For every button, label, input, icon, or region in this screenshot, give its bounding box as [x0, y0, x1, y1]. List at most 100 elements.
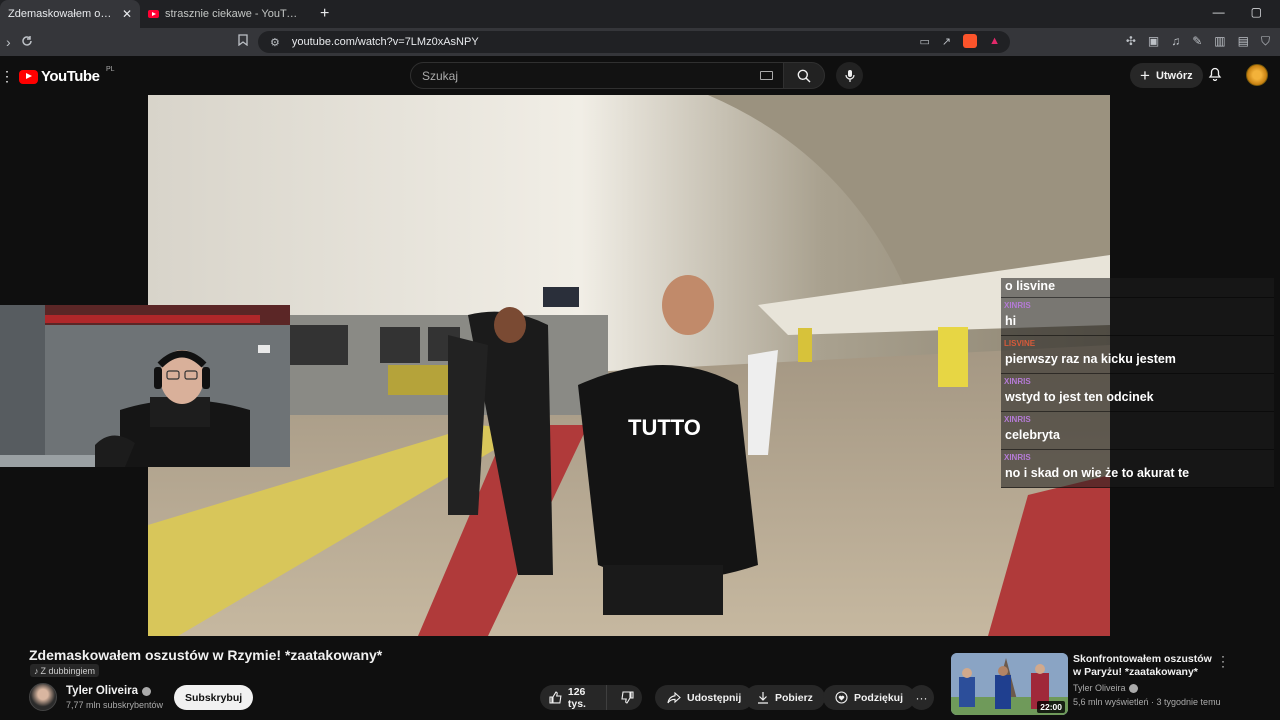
chat-username: XINRIS — [1004, 377, 1031, 386]
tab-title: Zdemaskowałem oszustów w — [8, 8, 116, 20]
youtube-header: ⋮ YouTube PL Szukaj + Utwórz — [0, 56, 1280, 94]
brave-rewards-icon[interactable]: ▲ — [989, 35, 1000, 47]
search-input[interactable]: Szukaj — [410, 62, 784, 89]
dislike-button[interactable] — [613, 691, 642, 704]
plus-icon: + — [1140, 65, 1150, 85]
new-tab-button[interactable]: + — [320, 5, 329, 23]
sidebar-icon[interactable]: ▥ — [1214, 34, 1225, 49]
chat-username: XINRIS — [1004, 453, 1031, 462]
address-bar[interactable]: ⚙ youtube.com/watch?v=7LMz0xAsNPY ▭ ↗ ▲ — [258, 31, 1010, 53]
recommended-channel-name: Tyler Oliveira — [1073, 683, 1126, 693]
chat-text: celebryta — [1005, 428, 1060, 442]
download-label: Pobierz — [775, 691, 813, 704]
channel-name: Tyler Oliveira — [66, 685, 139, 697]
tab-inactive[interactable]: strasznie ciekawe - YouTube — [140, 0, 310, 28]
thanks-button[interactable]: Podziękuj — [823, 685, 916, 710]
chat-text: pierwszy raz na kicku jestem — [1005, 352, 1176, 366]
chat-text: hi — [1005, 314, 1017, 328]
tab-title: strasznie ciekawe - YouTube — [165, 8, 302, 20]
maximize-button[interactable]: ▢ — [1251, 5, 1262, 19]
search-button[interactable] — [783, 62, 825, 89]
screenshot-icon[interactable]: ▣ — [1148, 34, 1159, 49]
wallet-icon[interactable]: ▤ — [1238, 34, 1249, 49]
recommended-meta: 5,6 mln wyświetleń · 3 tygodnie temu — [1073, 697, 1221, 707]
notifications-bell-icon[interactable] — [1208, 66, 1222, 86]
tab-close-icon[interactable]: ✕ — [122, 7, 132, 21]
like-button[interactable]: 126 tys. — [540, 685, 608, 710]
webcam-frame — [0, 305, 290, 467]
channel-avatar[interactable] — [29, 683, 57, 711]
chat-message: XINRIS wstyd to jest ten odcinek — [1001, 374, 1274, 412]
chat-username: XINRIS — [1004, 415, 1031, 424]
media-icon[interactable]: ♫ — [1171, 34, 1180, 49]
recommended-menu-icon[interactable]: · · · — [1220, 650, 1226, 672]
video-frame: TUTTO — [148, 95, 1110, 636]
keyboard-icon[interactable] — [760, 71, 773, 80]
tab-active[interactable]: Zdemaskowałem oszustów w ✕ — [0, 0, 140, 28]
chat-message: XINRIS hi — [1001, 298, 1274, 336]
voice-search-button[interactable] — [836, 62, 863, 89]
channel-name-link[interactable]: Tyler Oliveira — [66, 685, 152, 697]
share-page-icon[interactable]: ↗ — [942, 35, 951, 48]
chat-message: LISVINE pierwszy raz na kicku jestem — [1001, 336, 1274, 374]
search-icon — [797, 69, 811, 82]
download-button[interactable]: Pobierz — [745, 685, 825, 710]
chat-text: o lisvine — [1005, 279, 1056, 293]
search-placeholder: Szukaj — [422, 68, 459, 83]
microphone-icon — [844, 69, 855, 82]
bookmark-icon[interactable] — [238, 34, 248, 49]
forward-icon[interactable]: › — [6, 34, 11, 50]
minimize-button[interactable]: — — [1213, 5, 1225, 19]
recommended-channel[interactable]: Tyler Oliveira — [1073, 683, 1138, 693]
recommended-title[interactable]: Skonfrontowałem oszustów w Paryżu! *zaat… — [1073, 653, 1213, 679]
cast-icon[interactable]: ▭ — [919, 35, 929, 48]
window-controls: — ▢ — [1213, 5, 1262, 19]
share-button[interactable]: Udostępnij — [655, 685, 754, 710]
country-code: PL — [106, 66, 115, 73]
chat-text: no i skad on wie że to akurat te — [1005, 466, 1190, 480]
dubbing-icon: ♪ — [34, 665, 39, 676]
chat-message: XINRIS celebryta — [1001, 412, 1274, 450]
chat-text: wstyd to jest ten odcinek — [1005, 390, 1154, 404]
create-button[interactable]: + Utwórz — [1130, 63, 1203, 88]
create-label: Utwórz — [1155, 69, 1193, 82]
subscribe-button[interactable]: Subskrybuj — [174, 685, 254, 710]
youtube-favicon-icon — [148, 10, 159, 18]
omnibox-actions: ▭ ↗ ▲ — [919, 34, 1000, 48]
video-player[interactable]: TUTTO — [148, 95, 1110, 636]
webcam-overlay — [0, 305, 290, 467]
share-icon — [667, 691, 681, 703]
like-dislike-group: 126 tys. — [540, 685, 642, 710]
menu-icon[interactable]: ⋮ — [0, 68, 14, 85]
chat-overlay: o lisvine XINRIS hi LISVINE pierwszy raz… — [1001, 278, 1274, 488]
share-label: Udostępnij — [687, 691, 742, 704]
browser-tab-bar: Zdemaskowałem oszustów w ✕ strasznie cie… — [0, 0, 1280, 28]
video-title: Zdemaskowałem oszustów w Rzymie! *zaatak… — [29, 647, 383, 663]
brave-shields-icon[interactable] — [963, 34, 978, 48]
dubbing-label: Z dubbingiem — [40, 665, 96, 676]
logo-text: YouTube — [41, 68, 100, 85]
thumbs-up-icon — [549, 691, 562, 704]
verified-icon — [1128, 683, 1138, 693]
account-avatar[interactable] — [1246, 64, 1268, 86]
recommended-thumbnail[interactable]: 22:00 — [951, 653, 1068, 715]
dubbing-badge: ♪ Z dubbingiem — [30, 664, 100, 677]
vpn-shield-icon[interactable]: ⛉ — [1261, 34, 1270, 49]
like-count: 126 tys. — [567, 685, 586, 710]
reload-icon[interactable] — [21, 34, 33, 50]
youtube-logo[interactable]: YouTube PL — [19, 66, 115, 85]
youtube-logo-icon — [19, 69, 38, 84]
thumbs-down-icon — [621, 691, 634, 704]
download-icon — [758, 692, 768, 704]
edit-icon[interactable]: ✎ — [1192, 34, 1202, 49]
subscriber-count: 7,77 mln subskrybentów — [66, 700, 164, 710]
verified-icon — [142, 686, 152, 696]
site-info-icon[interactable]: ⚙ — [270, 36, 280, 49]
thanks-heart-icon — [835, 691, 848, 704]
chat-message: XINRIS no i skad on wie że to akurat te — [1001, 450, 1274, 488]
url-text: youtube.com/watch?v=7LMz0xAsNPY — [291, 36, 479, 48]
extensions-area: ✣ ▣ ♫ ✎ ▥ ▤ ⛉ — [1126, 34, 1270, 49]
chat-username: XINRIS — [1004, 301, 1031, 310]
extensions-icon[interactable]: ✣ — [1126, 34, 1136, 49]
more-actions-button[interactable]: ··· — [909, 685, 934, 710]
